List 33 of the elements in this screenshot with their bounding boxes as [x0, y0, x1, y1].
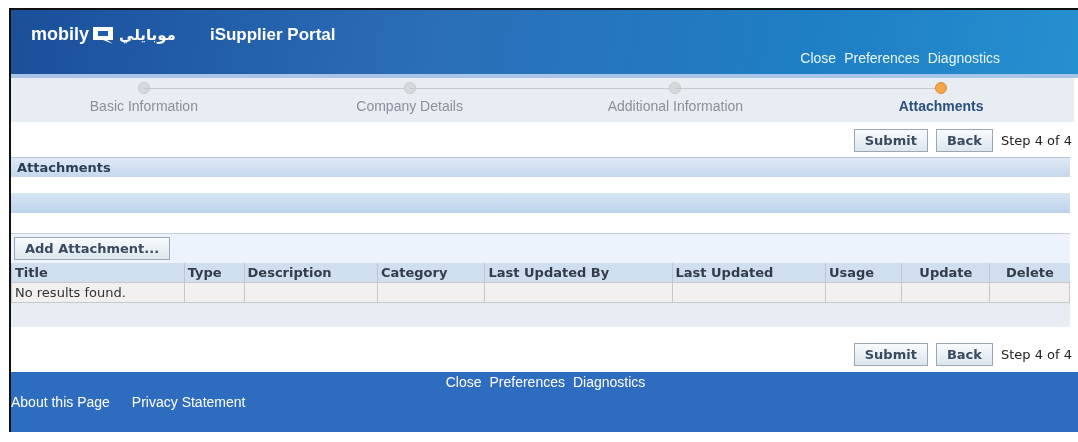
column-header: Last Updated By — [485, 263, 672, 283]
brand-logo-text: mobily — [31, 24, 89, 45]
header-link[interactable]: Close — [800, 50, 837, 66]
column-header: Update — [901, 263, 990, 283]
footer-link[interactable]: Diagnostics — [572, 374, 646, 390]
header-link[interactable]: Preferences — [844, 50, 920, 66]
step-counter: Step 4 of 4 — [1000, 133, 1072, 148]
portal-title: iSupplier Portal — [209, 24, 336, 45]
brand-arabic-text: موبايلي — [119, 25, 176, 44]
step-label[interactable]: Basic Information — [89, 98, 198, 114]
column-header: Description — [244, 263, 378, 283]
section-header: Attachments — [11, 157, 1070, 177]
column-header: Last Updated — [672, 263, 826, 283]
header-link[interactable]: Diagnostics — [927, 50, 1000, 66]
column-header: Usage — [825, 263, 902, 283]
footer-link[interactable]: Privacy Statement — [131, 394, 246, 410]
action-button[interactable]: Submit — [853, 129, 928, 152]
column-header: Delete — [989, 263, 1070, 283]
action-button[interactable]: Back — [935, 343, 993, 366]
action-button[interactable]: Back — [935, 129, 993, 152]
step-label[interactable]: Additional Information — [607, 98, 744, 114]
add-attachment-button[interactable]: Add Attachment... — [14, 237, 171, 260]
footer-link[interactable]: About this Page — [11, 394, 110, 410]
footer-link[interactable]: Close — [445, 374, 482, 390]
footer-link[interactable]: Preferences — [489, 374, 565, 390]
column-header: Category — [377, 263, 485, 283]
step-label[interactable]: Attachments — [898, 98, 984, 114]
column-header: Title — [11, 263, 185, 283]
action-button[interactable]: Submit — [853, 343, 928, 366]
step-counter: Step 4 of 4 — [1000, 347, 1072, 362]
column-header: Type — [184, 263, 245, 283]
table-cell: No results found. — [11, 282, 185, 303]
step-label[interactable]: Company Details — [356, 98, 463, 114]
